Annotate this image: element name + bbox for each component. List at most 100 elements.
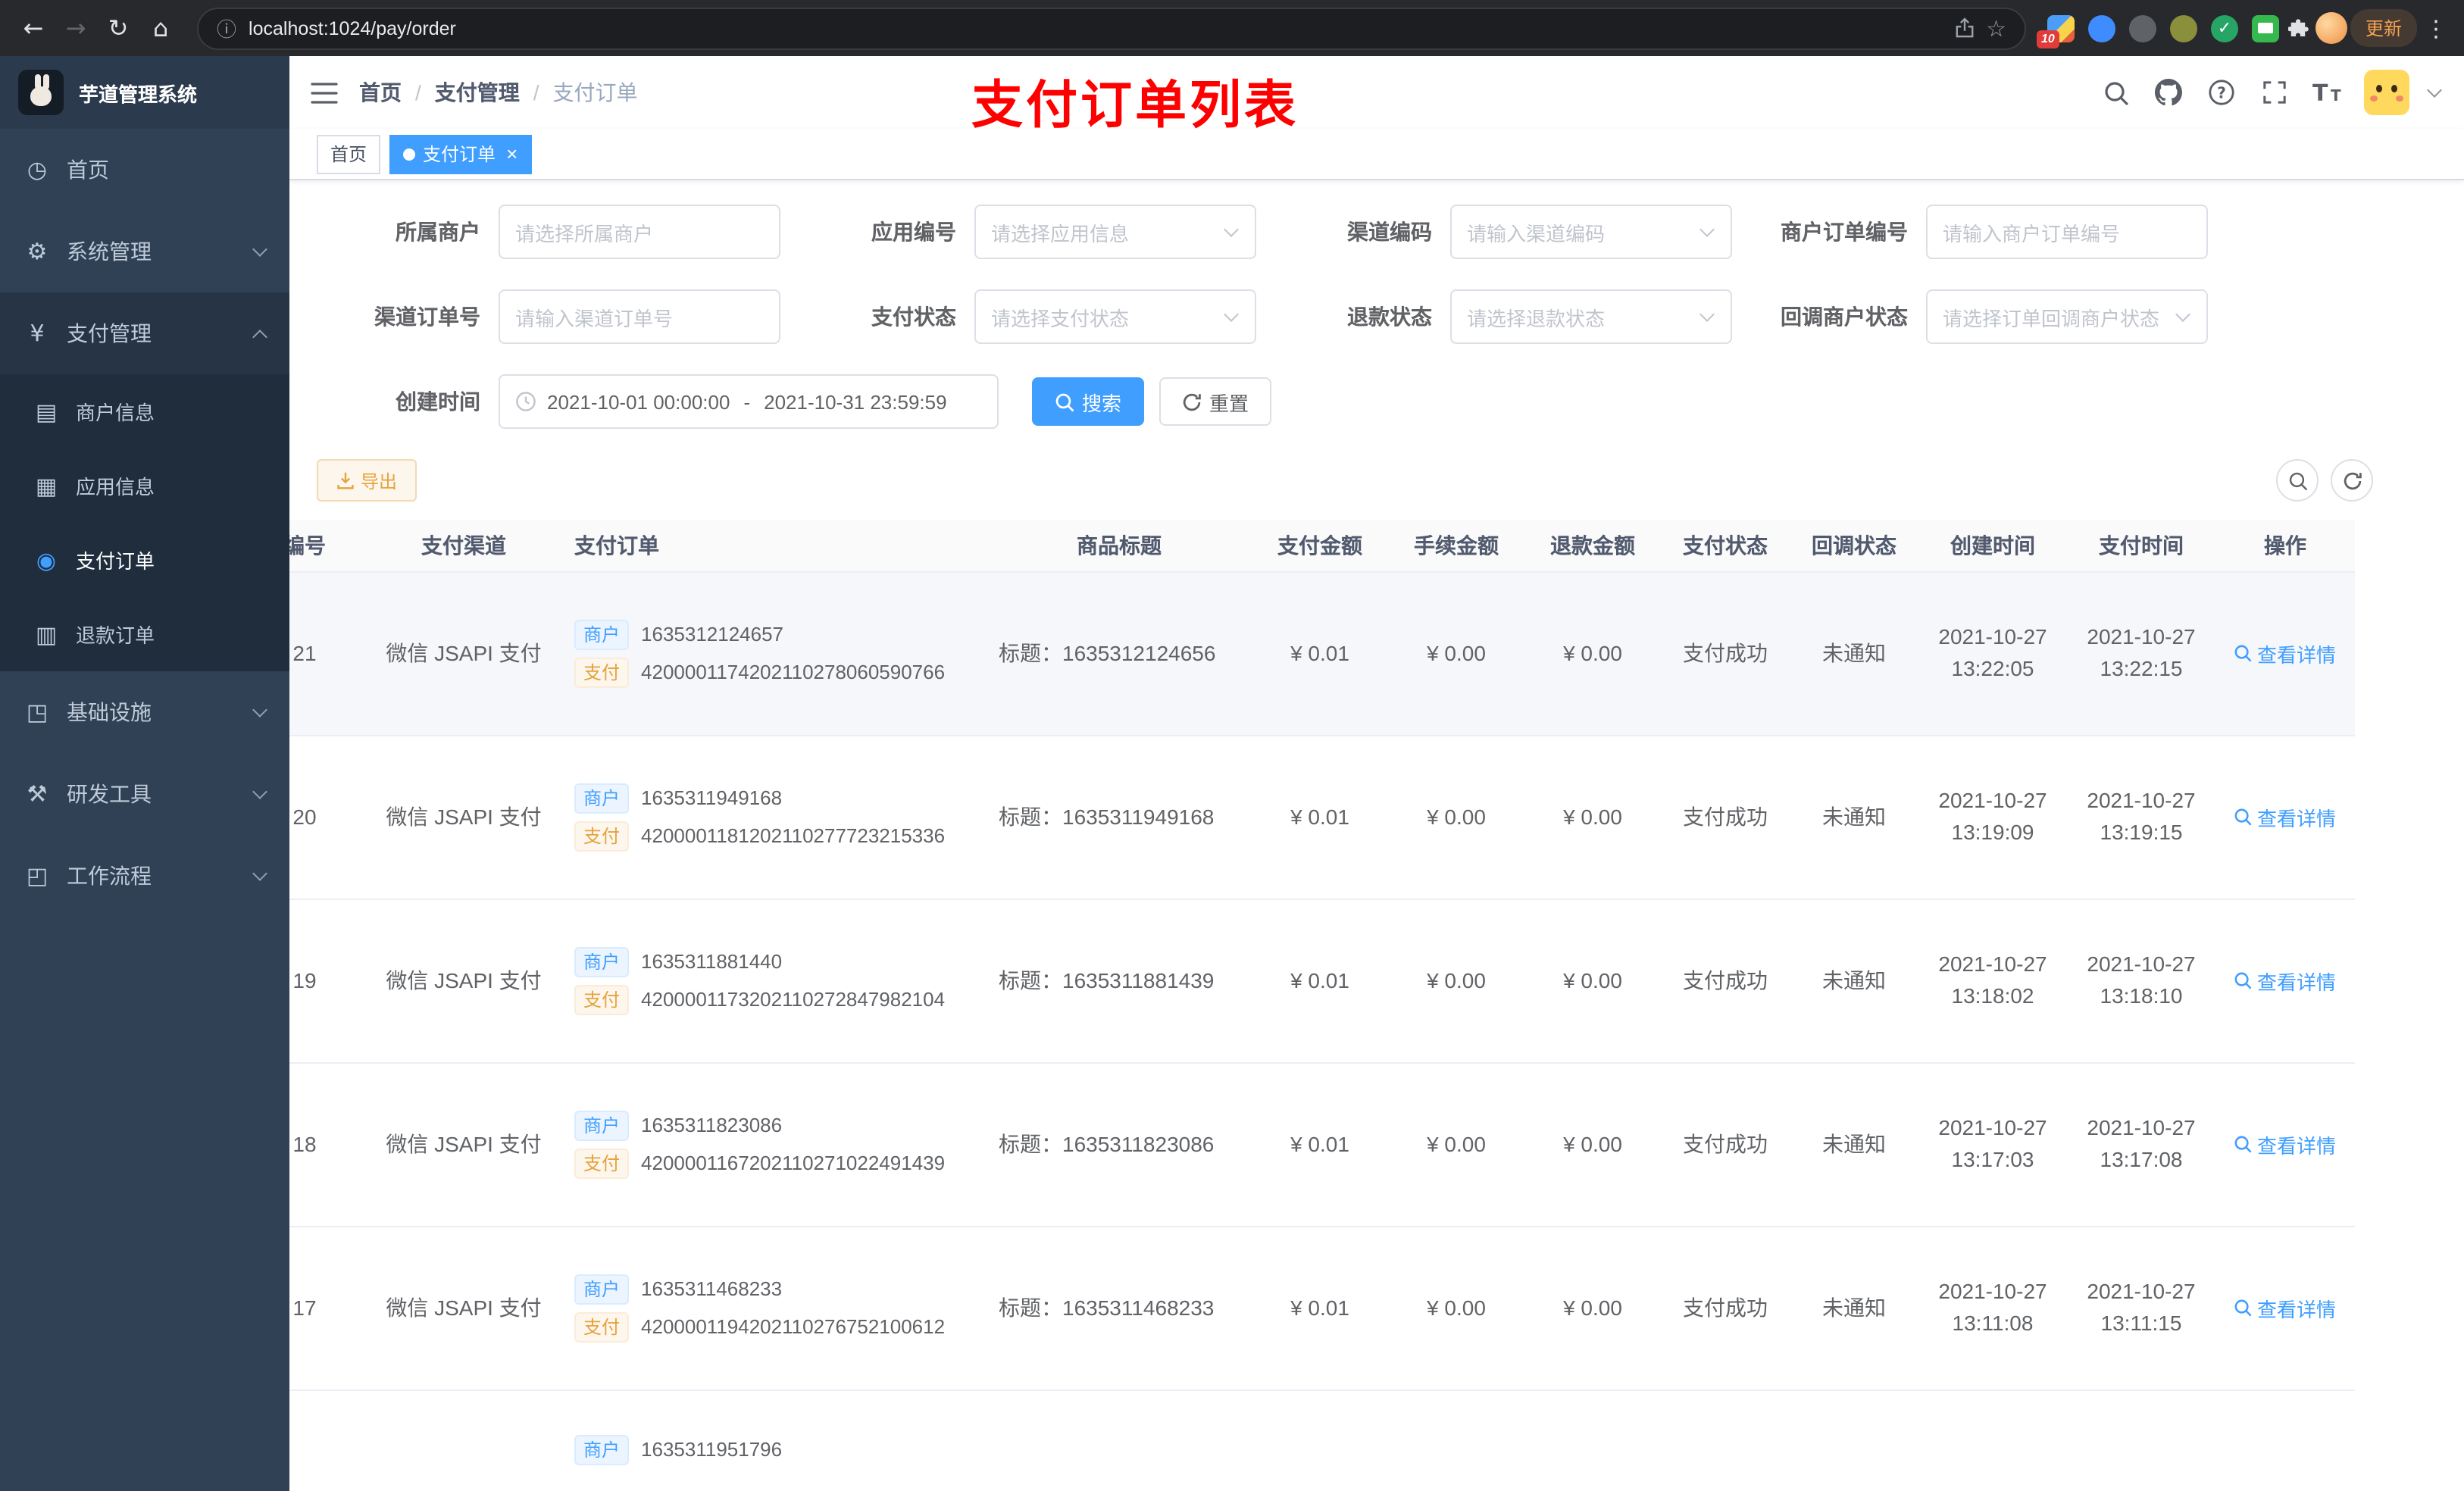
cell-pay-amount: ¥ 0.01 (1252, 1226, 1388, 1390)
browser-nav-buttons: ← → ↻ ⌂ (12, 7, 182, 49)
cell-pay-channel: 微信 JSAPI 支付 (365, 1062, 562, 1227)
cell-action: 查看详情 (2215, 1062, 2355, 1227)
export-button[interactable]: 导出 (317, 459, 417, 502)
reset-button[interactable]: 重置 (1159, 377, 1272, 426)
sidebar-item-app-info[interactable]: ▦ 应用信息 (0, 449, 289, 523)
bookmark-star-icon[interactable]: ☆ (1986, 14, 2006, 42)
table-row: 21 微信 JSAPI 支付 商户 1635312124657 支付 4200001174… (289, 571, 2355, 736)
filter-merchant-input[interactable]: 请选择所属商户 (499, 205, 780, 259)
filter-channel-order-no-input[interactable]: 请输入渠道订单号 (499, 289, 780, 344)
view-detail-label: 查看详情 (2256, 643, 2336, 666)
cell-notify-status: 未通知 (1790, 899, 1918, 1063)
view-detail-label: 查看详情 (2256, 1134, 2336, 1157)
address-bar[interactable]: ⓘ localhost:1024/pay/order ☆ (197, 7, 2026, 49)
doc-icon: ▥ (35, 620, 58, 648)
filter-field-pay-status: 支付状态 请选择支付状态 (793, 289, 1256, 344)
cell-notify-status (1790, 1389, 1918, 1491)
github-icon[interactable] (2152, 76, 2185, 109)
create-time-range-picker[interactable]: 2021-10-01 00:00:00 - 2021-10-31 23:59:5… (499, 374, 999, 429)
fullscreen-icon[interactable] (2258, 76, 2291, 109)
sidebar-item-label: 工作流程 (67, 864, 152, 888)
pay-order-no: 4200001194202110276752100612 (641, 1315, 946, 1338)
cell-product-title: 标题：1635311949168 (987, 735, 1252, 899)
sidebar-item-workflow[interactable]: ◰ 工作流程 (0, 835, 289, 917)
merchant-order-no: 1635311951796 (641, 1438, 783, 1461)
breadcrumb-item[interactable]: 支付管理 (435, 77, 520, 108)
extension-gray-icon[interactable] (2128, 14, 2156, 42)
cell-pay-status: 支付成功 (1661, 735, 1790, 899)
sidebar-item-home[interactable]: ◷ 首页 (0, 129, 289, 211)
view-detail-link[interactable]: 查看详情 (2234, 639, 2336, 667)
filter-app-no-select[interactable]: 请选择应用信息 (974, 205, 1256, 259)
cell-product-title (987, 1389, 1252, 1491)
extension-olive-icon[interactable] (2169, 14, 2197, 42)
cell-fee-amount: ¥ 0.00 (1388, 735, 1524, 899)
sidebar-item-devtools[interactable]: ⚒ 研发工具 (0, 753, 289, 835)
refresh-table-button[interactable] (2331, 459, 2373, 502)
cell-pay-channel: 微信 JSAPI 支付 (365, 735, 562, 899)
filter-merchant-order-no-input[interactable]: 请输入商户订单编号 (1926, 205, 2208, 259)
merchant-order-no: 1635311823086 (641, 1114, 783, 1136)
cell-refund-amount: ¥ 0.00 (1524, 735, 1661, 899)
view-detail-link[interactable]: 查看详情 (2234, 966, 2336, 995)
filter-pay-status-select[interactable]: 请选择支付状态 (974, 289, 1256, 344)
cell-pay-order: 商户 1635311881440 支付 42000011732021102728479… (562, 899, 987, 1063)
tab-close-icon[interactable]: × (506, 144, 518, 164)
toggle-search-button[interactable] (2276, 459, 2319, 502)
extension-colorful-icon[interactable]: 10 (2036, 14, 2075, 48)
cell-action: 查看详情 (2215, 899, 2355, 1063)
extension-green-chat-icon[interactable] (2251, 14, 2279, 42)
pay-badge: 支付 (574, 1311, 630, 1342)
site-info-icon[interactable]: ⓘ (217, 14, 236, 42)
cell-pay-time: 2021-10-27 13:11:15 (2067, 1226, 2215, 1390)
tab-home[interactable]: 首页 (317, 134, 381, 173)
filter-notify-status-select[interactable]: 请选择订单回调商户状态 (1926, 289, 2208, 344)
app-navbar: 首页 / 支付管理 / 支付订单 支付订单列表 ? T T (289, 56, 2464, 135)
browser-forward-button[interactable]: → (55, 7, 97, 49)
sidebar-item-refund-order[interactable]: ▥ 退款订单 (0, 597, 289, 671)
column-header: 支付渠道 (365, 520, 562, 572)
chevron-down-icon (252, 702, 267, 717)
browser-update-button[interactable]: 更新 (2350, 9, 2417, 47)
extension-blue-icon[interactable] (2087, 14, 2115, 42)
search-button[interactable]: 搜索 (1032, 377, 1145, 426)
browser-home-button[interactable]: ⌂ (139, 7, 182, 49)
sidebar-item-pay-order[interactable]: ◉ 支付订单 (0, 523, 289, 597)
browser-profile-avatar[interactable] (2315, 12, 2347, 44)
font-size-icon[interactable]: TT (2311, 76, 2344, 109)
chevron-down-icon[interactable] (2427, 82, 2442, 97)
filter-channel-code-select[interactable]: 请输入渠道编码 (1450, 205, 1732, 259)
cell-order-id (289, 1389, 365, 1491)
user-avatar[interactable] (2364, 70, 2409, 115)
sidebar-toggle-icon[interactable] (311, 81, 338, 104)
filter-refund-status-select[interactable]: 请选择退款状态 (1450, 289, 1732, 344)
browser-back-button[interactable]: ← (12, 7, 55, 49)
cell-pay-time: 2021-10-27 13:22:15 (2067, 571, 2215, 736)
app-logo[interactable]: 芋道管理系统 (0, 56, 289, 129)
merchant-order-no: 1635311881440 (641, 950, 783, 973)
search-icon[interactable] (2099, 76, 2132, 109)
sidebar-item-system[interactable]: ⚙ 系统管理 (0, 211, 289, 292)
extensions-puzzle-icon[interactable] (2287, 16, 2312, 40)
extension-green-check-icon[interactable]: ✓ (2210, 14, 2238, 42)
view-detail-link[interactable]: 查看详情 (2234, 1293, 2336, 1322)
share-icon[interactable] (1954, 17, 1974, 39)
merchant-order-no: 1635311468233 (641, 1277, 783, 1300)
column-header: 创建时间 (1918, 520, 2067, 572)
sidebar-item-merchant-info[interactable]: ▤ 商户信息 (0, 374, 289, 449)
tab-label: 支付订单 (423, 144, 496, 165)
breadcrumb-item[interactable]: 首页 (359, 77, 402, 108)
view-detail-link[interactable]: 查看详情 (2234, 802, 2336, 831)
filter-field-app-no: 应用编号 请选择应用信息 (793, 205, 1256, 259)
tags-view-bar: 首页 支付订单 × (289, 129, 2464, 180)
browser-menu-icon[interactable]: ⋮ (2420, 14, 2452, 42)
sidebar-item-infra[interactable]: ◳ 基础设施 (0, 671, 289, 753)
tab-pay-order[interactable]: 支付订单 × (389, 134, 532, 173)
placeholder-text: 请选择应用信息 (991, 222, 1130, 245)
sidebar-item-pay[interactable]: ¥ 支付管理 (0, 292, 289, 374)
view-detail-link[interactable]: 查看详情 (2234, 1130, 2336, 1158)
yen-icon: ¥ (30, 320, 45, 347)
help-icon[interactable]: ? (2205, 76, 2238, 109)
sidebar: 芋道管理系统 ◷ 首页 ⚙ 系统管理 ¥ 支付管理 ▤ 商户信息 ▦ 应用信息 ◉ 支付订单 ▥ 退款订单… (0, 56, 289, 1491)
browser-refresh-button[interactable]: ↻ (97, 7, 139, 49)
